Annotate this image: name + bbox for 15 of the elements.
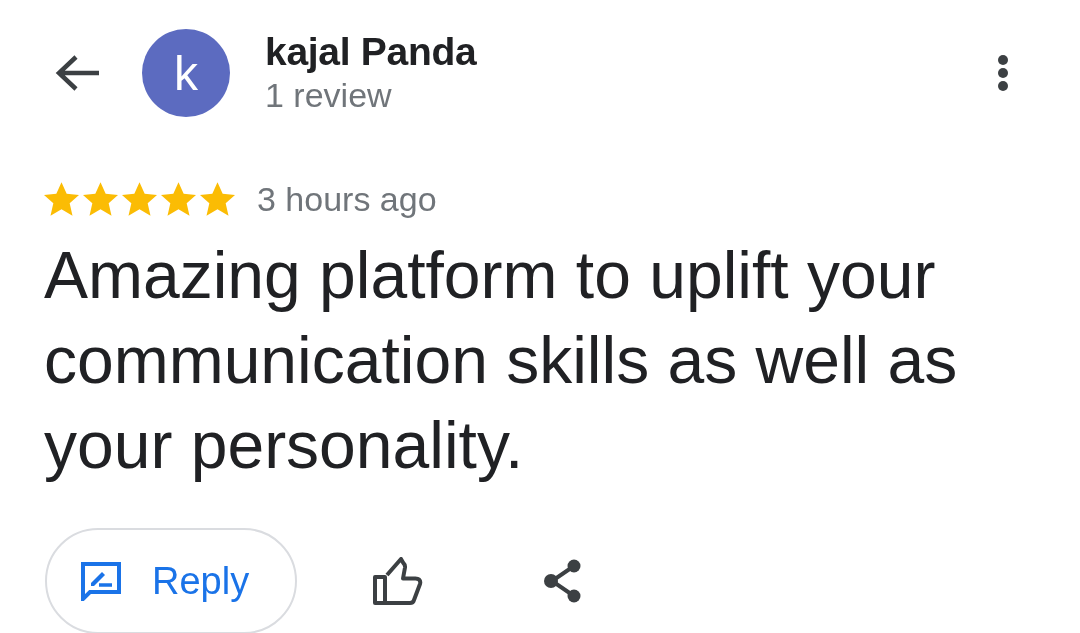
review-time: 3 hours ago bbox=[257, 179, 437, 219]
star-icon bbox=[122, 182, 157, 216]
edit-comment-icon bbox=[80, 561, 122, 601]
star-icon bbox=[200, 182, 235, 216]
back-arrow-icon[interactable] bbox=[55, 54, 101, 92]
thumbs-up-icon[interactable] bbox=[373, 557, 424, 605]
reviewer-name: kajal Panda bbox=[265, 29, 477, 75]
avatar-circle: k bbox=[142, 29, 230, 117]
reply-button[interactable]: Reply bbox=[45, 528, 298, 633]
star-icon bbox=[161, 182, 196, 216]
review-count: 1 review bbox=[265, 75, 392, 115]
star-icon bbox=[83, 182, 118, 216]
star-icon bbox=[44, 182, 79, 216]
review-text: Amazing platform to uplift your communication skills as well as your personality. bbox=[44, 237, 959, 484]
more-options-icon[interactable] bbox=[997, 54, 1009, 92]
